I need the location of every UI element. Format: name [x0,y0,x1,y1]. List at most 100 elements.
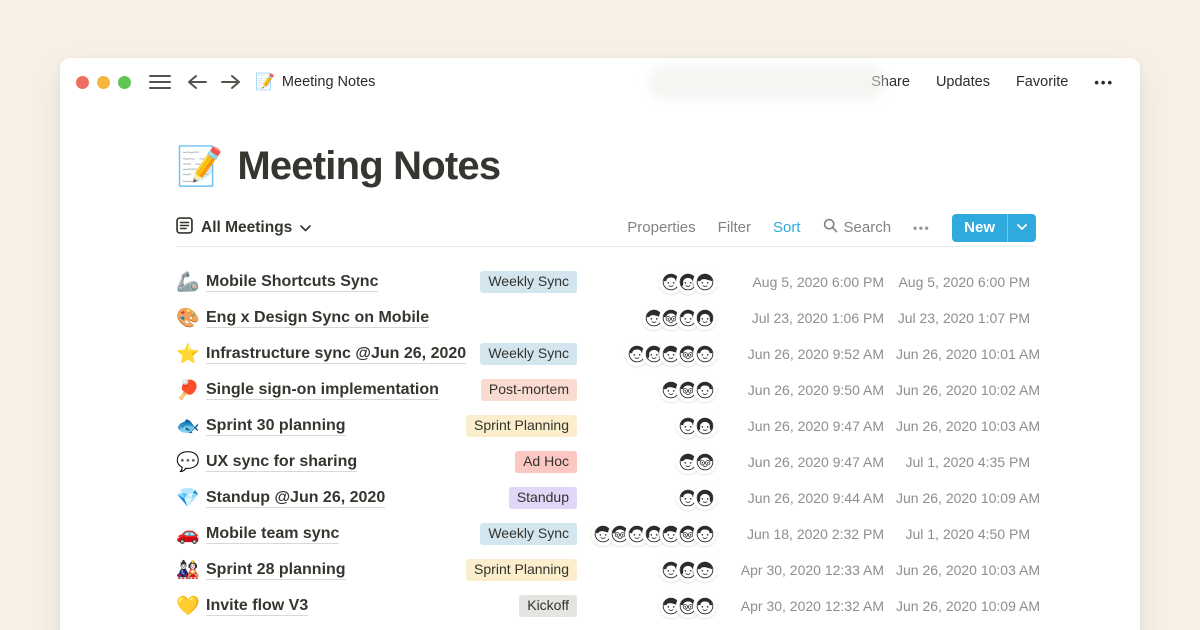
row-attendees-cell[interactable] [589,342,717,366]
back-arrow-icon[interactable] [187,74,207,90]
row-emoji-icon: 🐟 [176,417,206,436]
type-tag-pill[interactable]: Post-mortem [481,379,577,402]
page-title[interactable]: Meeting Notes [237,144,500,189]
row-created-cell[interactable]: Apr 30, 2020 12:33 AM [729,562,884,578]
row-attendees-cell[interactable] [589,306,717,330]
row-edited-cell[interactable]: Jun 26, 2020 10:09 AM [896,598,1036,614]
table-row: 🦾Mobile Shortcuts SyncWeekly SyncAug 5, … [176,264,1036,300]
sort-button[interactable]: Sort [773,219,801,236]
row-title[interactable]: Standup @Jun 26, 2020 [206,489,385,508]
type-tag-pill[interactable]: Weekly Sync [480,271,577,294]
row-edited-cell[interactable]: Jun 26, 2020 10:09 AM [896,490,1036,506]
row-edited-cell[interactable]: Aug 5, 2020 6:00 PM [896,274,1036,290]
row-created-cell[interactable]: Jun 26, 2020 9:47 AM [729,418,884,434]
row-attendees-cell[interactable] [589,594,717,618]
attendee-avatar [693,414,717,438]
more-options-icon[interactable]: ••• [1094,75,1114,90]
filter-button[interactable]: Filter [718,219,751,236]
row-title[interactable]: UX sync for sharing [206,453,357,472]
type-tag-pill[interactable]: Weekly Sync [480,523,577,546]
new-button-label[interactable]: New [952,214,1007,242]
updates-button[interactable]: Updates [936,74,990,90]
row-edited-cell[interactable]: Jun 26, 2020 10:03 AM [896,562,1036,578]
row-edited-cell[interactable]: Jun 26, 2020 10:02 AM [896,382,1036,398]
row-attendees-cell[interactable] [589,486,717,510]
row-attendees-cell[interactable] [589,270,717,294]
table-row: 💎Standup @Jun 26, 2020 Standup Jun 26, 202… [176,480,1036,516]
row-created-cell[interactable]: Jun 26, 2020 9:50 AM [729,382,884,398]
share-button[interactable]: Share [871,74,910,90]
row-emoji-icon: 💎 [176,489,206,508]
row-type-cell[interactable]: Post-mortem [407,379,577,402]
row-title-cell: Eng x Design Sync on Mobile [206,309,407,327]
row-title[interactable]: Sprint 30 planning [206,417,346,436]
row-created-cell[interactable]: Apr 30, 2020 12:32 AM [729,598,884,614]
row-emoji-icon: 💛 [176,597,206,616]
row-attendees-cell[interactable] [589,450,717,474]
sidebar-menu-icon[interactable] [149,75,171,89]
row-created-cell[interactable]: Aug 5, 2020 6:00 PM [729,274,884,290]
row-created-cell[interactable]: Jun 26, 2020 9:47 AM [729,454,884,470]
type-tag-pill[interactable]: Kickoff [519,595,577,618]
row-type-cell[interactable]: Weekly Sync [407,523,577,546]
row-type-cell[interactable]: Standup [407,487,577,510]
page-header: 📝 Meeting Notes [176,144,1036,189]
row-emoji-icon: ⭐ [176,345,206,364]
row-type-cell[interactable]: Kickoff [407,595,577,618]
minimize-window-button[interactable] [97,76,110,89]
type-tag-pill[interactable]: Ad Hoc [515,451,577,474]
app-window: 📝 Meeting Notes Share Updates Favorite •… [60,58,1140,630]
type-tag-pill[interactable]: Sprint Planning [466,415,577,438]
row-edited-cell[interactable]: Jul 1, 2020 4:35 PM [896,454,1036,470]
row-type-cell[interactable]: Ad Hoc [407,451,577,474]
row-created-cell[interactable]: Jun 26, 2020 9:52 AM [729,346,884,362]
row-title-cell: UX sync for sharing [206,453,407,471]
row-title[interactable]: Single sign-on implementation [206,381,439,400]
row-created-cell[interactable]: Jun 18, 2020 2:32 PM [729,526,884,542]
view-toolbar: All Meetings Properties Filter Sort Sear… [176,209,1036,247]
new-button[interactable]: New [952,214,1036,242]
type-tag-pill[interactable]: Weekly Sync [480,343,577,366]
row-title-cell: Infrastructure sync @Jun 26, 2020 [206,345,407,363]
row-title[interactable]: Mobile Shortcuts Sync [206,273,378,292]
row-title[interactable]: Eng x Design Sync on Mobile [206,309,429,328]
memo-emoji-icon[interactable]: 📝 [176,148,223,186]
search-button[interactable]: Search [823,218,892,237]
table-row: 🚗Mobile team syncWeekly SyncJun 18, 2020… [176,516,1036,552]
row-type-cell[interactable]: Weekly Sync [407,343,577,366]
row-title-cell: Standup @Jun 26, 2020 [206,489,407,507]
row-attendees-cell[interactable] [589,522,717,546]
view-more-icon[interactable]: ••• [913,221,930,235]
row-edited-cell[interactable]: Jun 26, 2020 10:01 AM [896,346,1036,362]
row-created-cell[interactable]: Jul 23, 2020 1:06 PM [729,310,884,326]
row-type-cell[interactable]: Sprint Planning [407,559,577,582]
row-type-cell[interactable]: Sprint Planning [407,415,577,438]
row-title[interactable]: Mobile team sync [206,525,339,544]
new-button-chevron-icon[interactable] [1007,214,1036,242]
close-window-button[interactable] [76,76,89,89]
zoom-window-button[interactable] [118,76,131,89]
attendee-avatar [693,306,717,330]
attendee-avatar [693,522,717,546]
row-edited-cell[interactable]: Jun 26, 2020 10:03 AM [896,418,1036,434]
row-attendees-cell[interactable] [589,414,717,438]
search-label: Search [844,219,892,236]
forward-arrow-icon[interactable] [221,74,241,90]
view-switcher[interactable]: All Meetings [176,217,311,239]
favorite-button[interactable]: Favorite [1016,74,1068,90]
type-tag-pill[interactable]: Standup [509,487,577,510]
row-type-cell[interactable]: Weekly Sync [407,271,577,294]
breadcrumb: 📝 Meeting Notes [255,72,375,92]
row-edited-cell[interactable]: Jul 1, 2020 4:50 PM [896,526,1036,542]
row-title[interactable]: Sprint 28 planning [206,561,346,580]
type-tag-pill[interactable]: Sprint Planning [466,559,577,582]
row-emoji-icon: 🏓 [176,381,206,400]
row-title-cell: Mobile Shortcuts Sync [206,273,407,291]
row-edited-cell[interactable]: Jul 23, 2020 1:07 PM [896,310,1036,326]
row-emoji-icon: 💬 [176,453,206,472]
row-title[interactable]: Invite flow V3 [206,597,308,616]
row-attendees-cell[interactable] [589,558,717,582]
row-attendees-cell[interactable] [589,378,717,402]
row-created-cell[interactable]: Jun 26, 2020 9:44 AM [729,490,884,506]
properties-button[interactable]: Properties [627,219,695,236]
